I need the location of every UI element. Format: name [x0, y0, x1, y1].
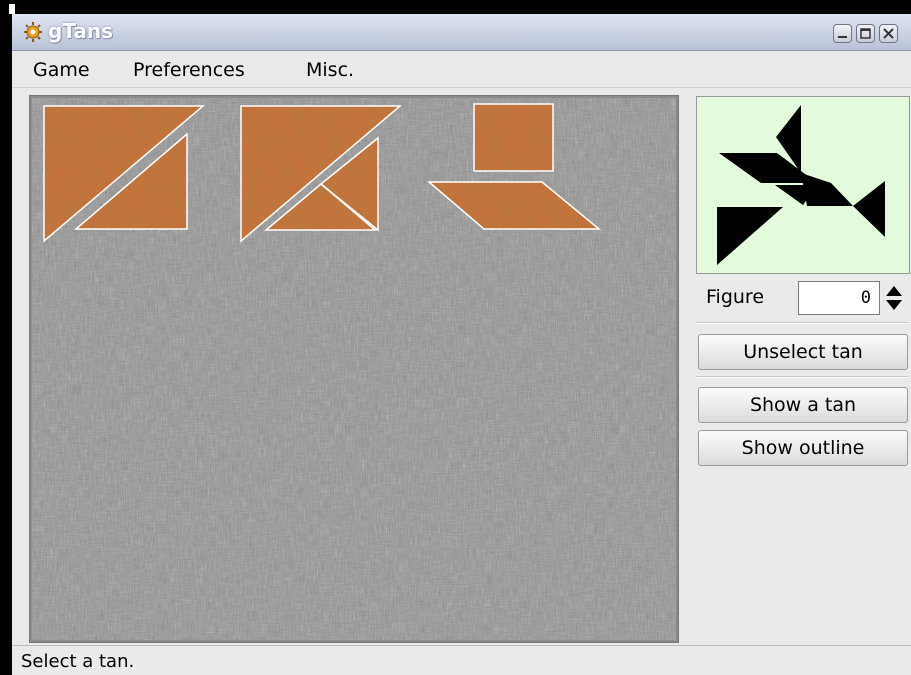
figure-shape — [717, 207, 783, 265]
tan-square[interactable] — [473, 103, 554, 172]
menu-misc[interactable]: Misc. — [306, 59, 354, 81]
status-bar: Select a tan. — [12, 645, 911, 675]
menu-bar: Game Preferences Misc. — [12, 51, 911, 88]
window-title: gTans — [48, 19, 114, 43]
gtans-window: gTans Game Preferences Misc. Figure 0 Un… — [12, 14, 911, 675]
title-bar[interactable]: gTans — [12, 14, 911, 51]
separator — [696, 322, 908, 324]
maximize-button[interactable] — [856, 24, 875, 43]
minimize-button[interactable] — [833, 24, 852, 43]
maximize-icon — [860, 28, 871, 39]
show-a-tan-button[interactable]: Show a tan — [698, 387, 908, 423]
close-icon — [883, 28, 894, 39]
figure-number-value[interactable]: 0 — [861, 288, 871, 308]
spin-up-down-icon[interactable] — [884, 283, 904, 313]
figure-spinbutton[interactable]: 0 — [798, 281, 880, 315]
unselect-tan-button[interactable]: Unselect tan — [698, 334, 908, 370]
show-outline-button[interactable]: Show outline — [698, 430, 908, 466]
screen-corner-marker — [9, 4, 15, 14]
board-frame — [29, 95, 679, 643]
menu-game[interactable]: Game — [33, 59, 90, 81]
tangram-board[interactable] — [32, 98, 676, 640]
figure-label: Figure — [706, 286, 765, 308]
gtans-app-icon — [24, 22, 42, 42]
status-message: Select a tan. — [21, 651, 135, 672]
separator — [696, 376, 908, 378]
menu-preferences[interactable]: Preferences — [133, 59, 245, 81]
figure-preview — [696, 96, 910, 274]
close-button[interactable] — [879, 24, 898, 43]
figure-shape — [853, 181, 885, 237]
minimize-icon — [838, 36, 847, 38]
